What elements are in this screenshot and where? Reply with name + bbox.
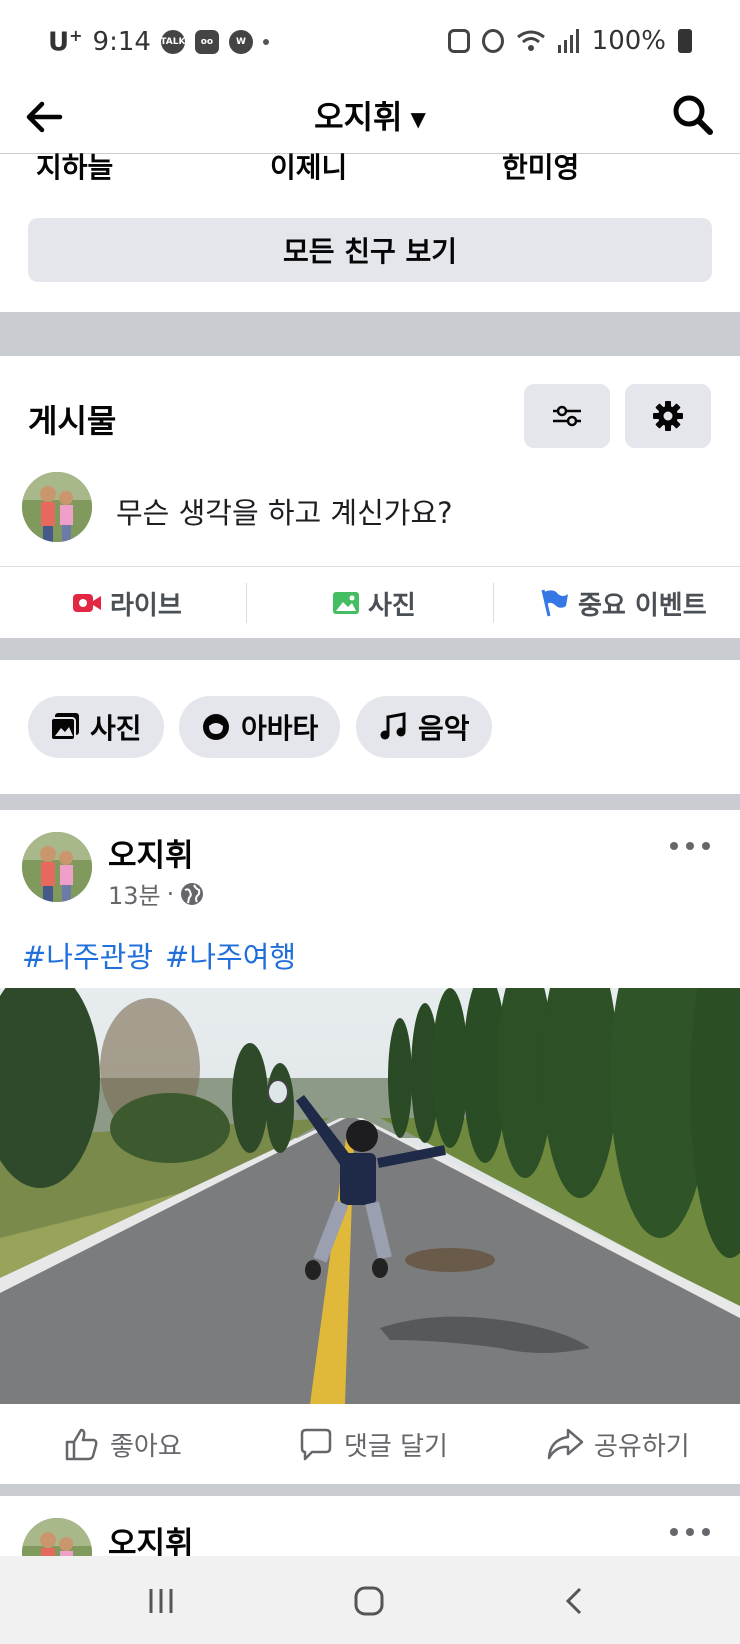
section-divider (0, 638, 740, 660)
music-chip[interactable]: 음악 (356, 696, 492, 758)
friend-name[interactable]: 한미영 (502, 150, 579, 180)
top-app-bar: 오지휘 ▼ (0, 84, 740, 154)
comment-icon (300, 1428, 332, 1461)
profile-title[interactable]: 오지휘 ▼ (0, 92, 740, 138)
friends-names-row: 지하늘 이제니 한미영 (0, 150, 740, 180)
carrier: U+ (48, 26, 83, 58)
life-event-label: 중요 이벤트 (578, 590, 707, 621)
post-author-name[interactable]: 오지휘 (108, 830, 194, 875)
life-event-button[interactable]: 중요 이벤트 (540, 567, 707, 639)
status-right: 100% (447, 26, 692, 56)
music-note-icon (380, 712, 406, 740)
status-left: U+ 9:14 TALK oo W (48, 26, 269, 58)
posts-section-title: 게시물 (28, 402, 117, 440)
photos-icon (50, 713, 79, 741)
caret-down-icon: ▼ (410, 107, 426, 131)
carrier-sup: + (69, 26, 83, 45)
avatar[interactable] (22, 472, 92, 542)
wifi-icon (516, 30, 545, 51)
comment-label: 댓글 달기 (344, 1431, 448, 1462)
status-time: 9:14 (92, 26, 151, 57)
system-nav-bar (0, 1556, 740, 1644)
see-all-friends-button[interactable]: 모든 친구 보기 (28, 218, 712, 282)
voicemail-notification-icon: oo (194, 29, 219, 54)
friend-name[interactable]: 이제니 (270, 150, 347, 180)
live-label: 라이브 (110, 590, 182, 621)
section-divider (0, 1484, 740, 1496)
talk-notification-icon: TALK (160, 29, 185, 54)
hashtag-link[interactable]: #나주여행 (165, 934, 296, 976)
battery-icon (678, 29, 692, 53)
globe-icon (181, 882, 204, 905)
photos-chip[interactable]: 사진 (28, 696, 164, 758)
section-divider (0, 312, 740, 356)
music-chip-label: 음악 (418, 712, 470, 745)
photo-button[interactable]: 사진 (332, 567, 416, 639)
post-photo[interactable] (0, 988, 740, 1404)
thumbs-up-icon (65, 1428, 98, 1461)
profile-title-text: 오지휘 (314, 98, 403, 136)
filter-button[interactable] (524, 384, 610, 448)
comment-button[interactable]: 댓글 달기 (298, 1404, 448, 1484)
like-button[interactable]: 좋아요 (64, 1404, 182, 1484)
post-time[interactable]: 13분 (108, 876, 161, 911)
battery-saver-icon (447, 29, 470, 53)
status-composer-input[interactable]: 무슨 생각을 하고 계신가요? (116, 490, 453, 532)
status-bar: U+ 9:14 TALK oo W 100% (0, 0, 740, 84)
signal-icon (557, 29, 579, 53)
back-nav-icon[interactable] (550, 1576, 600, 1626)
more-notifications-icon (262, 38, 269, 45)
composer-actions: 라이브 사진 중요 이벤트 (0, 566, 740, 638)
photo-icon (333, 592, 359, 614)
share-label: 공유하기 (594, 1431, 690, 1462)
filter-sliders-icon (553, 405, 581, 427)
recent-apps-icon[interactable] (136, 1576, 186, 1626)
avatar-chip-label: 아바타 (241, 712, 319, 745)
section-divider (0, 794, 740, 810)
avatar-icon (203, 714, 229, 740)
post-reaction-bar: 좋아요 댓글 달기 공유하기 (0, 1404, 740, 1484)
photos-chip-label: 사진 (90, 712, 142, 745)
flag-icon (541, 589, 568, 617)
photo-label: 사진 (368, 590, 416, 621)
post-author-avatar[interactable] (22, 832, 92, 902)
settings-button[interactable] (625, 384, 711, 448)
action-separator (493, 583, 494, 623)
search-icon[interactable] (668, 90, 718, 140)
live-video-icon (73, 594, 101, 612)
share-button[interactable]: 공유하기 (546, 1404, 690, 1484)
live-button[interactable]: 라이브 (72, 567, 182, 639)
alarm-icon (481, 29, 504, 53)
post-more-options-icon[interactable] (670, 836, 710, 856)
battery-percent: 100% (591, 26, 666, 56)
share-icon (547, 1428, 584, 1460)
post-meta: 13분 · (108, 876, 204, 911)
friend-name[interactable]: 지하늘 (36, 150, 113, 180)
carrier-label: U (48, 27, 70, 58)
hashtag-link[interactable]: #나주관광 (22, 934, 153, 976)
action-separator (246, 583, 247, 623)
meta-separator: · (166, 879, 175, 908)
home-icon[interactable] (344, 1576, 394, 1626)
avatar-chip[interactable]: 아바타 (179, 696, 341, 758)
post-hashtags: #나주관광 #나주여행 (22, 934, 296, 976)
post-more-options-icon[interactable] (670, 1522, 710, 1542)
gear-icon (653, 401, 683, 431)
like-label: 좋아요 (110, 1431, 182, 1462)
w-app-notification-icon: W (228, 29, 253, 54)
